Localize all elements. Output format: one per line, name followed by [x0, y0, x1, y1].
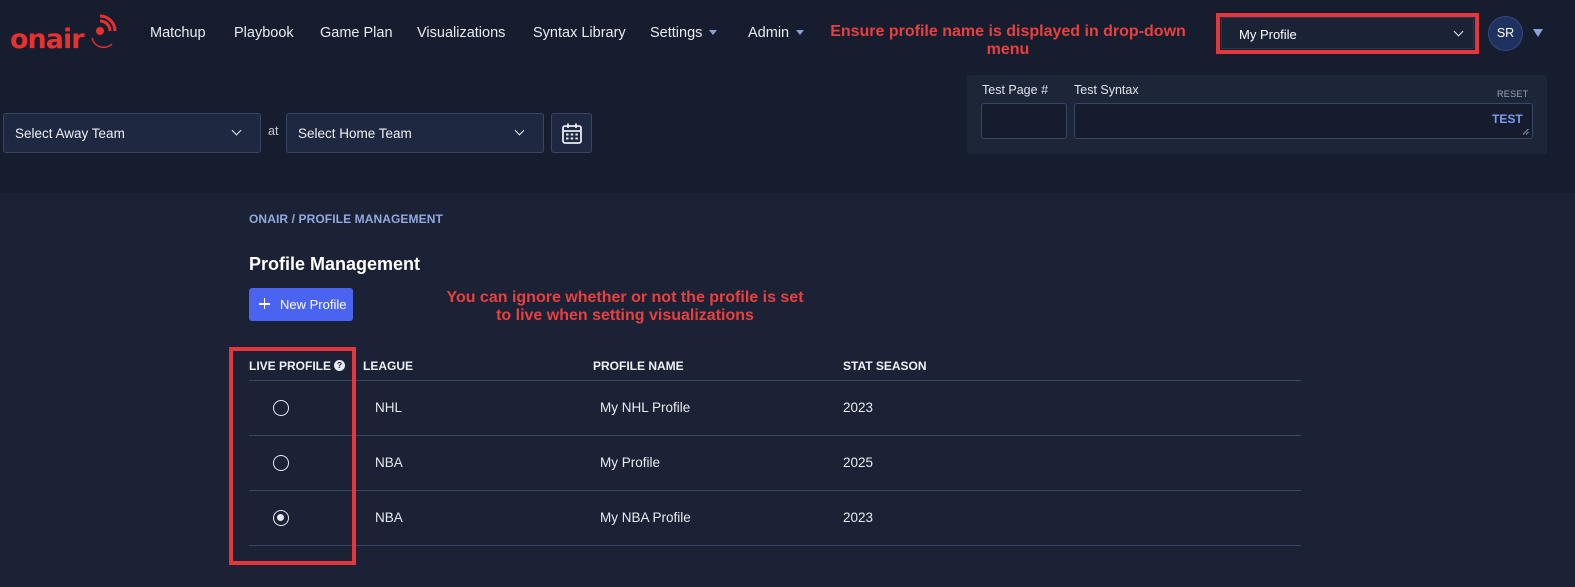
- table-row[interactable]: NBA My NBA Profile 2023: [249, 491, 1301, 545]
- away-team-select-value: Select Away Team: [15, 126, 125, 141]
- profile-name-cell: My NHL Profile: [600, 400, 691, 415]
- table-row[interactable]: NHL My NHL Profile 2023: [249, 381, 1301, 435]
- breadcrumb: ONAIR / PROFILE MANAGEMENT: [249, 212, 443, 226]
- league-cell: NHL: [375, 400, 403, 415]
- page-title: Profile Management: [249, 254, 421, 274]
- nav-admin[interactable]: Admin: [748, 25, 805, 41]
- test-panel: Test Page # Test Syntax RESET TEST: [967, 75, 1547, 154]
- profile-name-cell: My Profile: [600, 455, 661, 470]
- test-page-label: Test Page #: [982, 83, 1049, 97]
- profile-select-value: My Profile: [1239, 27, 1297, 42]
- test-button[interactable]: TEST: [1492, 112, 1523, 126]
- calendar-icon: [562, 123, 582, 144]
- table-row[interactable]: NBA My Profile 2025: [249, 436, 1301, 490]
- annotation-profile-note: Ensure profile name is displayed in drop…: [830, 23, 1186, 58]
- logo-text: onair: [10, 24, 85, 55]
- home-team-select[interactable]: Select Home Team: [286, 113, 544, 153]
- league-cell: NBA: [375, 455, 403, 470]
- annotation-live-note: You can ignore whether or not the profil…: [446, 289, 804, 324]
- resize-grip-icon[interactable]: [1522, 128, 1529, 135]
- chevron-down-icon: [1453, 26, 1464, 37]
- nav-matchup[interactable]: Matchup: [150, 25, 206, 41]
- stat-season-cell: 2023: [843, 400, 874, 415]
- col-header-profile-name: PROFILE NAME: [593, 359, 684, 373]
- plus-icon-vertical: [263, 298, 266, 309]
- caret-down-icon: [796, 29, 805, 35]
- stat-season-cell: 2025: [843, 455, 874, 470]
- nav-playbook[interactable]: Playbook: [234, 25, 294, 41]
- table-divider: [249, 545, 1301, 546]
- at-label: at: [268, 124, 279, 138]
- nav-game-plan[interactable]: Game Plan: [320, 25, 393, 41]
- nav-visualizations[interactable]: Visualizations: [417, 25, 505, 41]
- col-header-league: LEAGUE: [363, 359, 414, 373]
- league-cell: NBA: [375, 510, 403, 525]
- profile-select[interactable]: My Profile: [1221, 17, 1474, 49]
- calendar-button[interactable]: [551, 113, 592, 153]
- away-team-select[interactable]: Select Away Team: [3, 113, 261, 153]
- chevron-down-icon: [231, 125, 242, 136]
- home-team-select-value: Select Home Team: [298, 126, 412, 141]
- caret-down-icon[interactable]: [1533, 29, 1543, 37]
- stat-season-cell: 2023: [843, 510, 874, 525]
- new-profile-label: New Profile: [280, 297, 347, 312]
- chevron-down-icon: [514, 125, 525, 136]
- profile-name-cell: My NBA Profile: [600, 510, 691, 525]
- nav-syntax-library[interactable]: Syntax Library: [533, 25, 626, 41]
- caret-down-icon: [709, 29, 718, 35]
- test-syntax-input[interactable]: [1074, 103, 1533, 139]
- broadcast-icon: [91, 14, 117, 49]
- nav-settings-label: Settings: [650, 25, 703, 41]
- onair-logo[interactable]: onair: [10, 14, 122, 56]
- test-syntax-label: Test Syntax: [1074, 83, 1139, 97]
- highlight-box-live-column: [229, 347, 356, 565]
- new-profile-button[interactable]: New Profile: [249, 288, 353, 321]
- nav-settings[interactable]: Settings: [650, 25, 718, 41]
- col-header-stat-season: STAT SEASON: [843, 359, 927, 373]
- nav-admin-label: Admin: [748, 25, 790, 41]
- reset-link[interactable]: RESET: [1497, 89, 1529, 99]
- avatar[interactable]: SR: [1488, 16, 1523, 51]
- test-page-input[interactable]: [981, 103, 1067, 139]
